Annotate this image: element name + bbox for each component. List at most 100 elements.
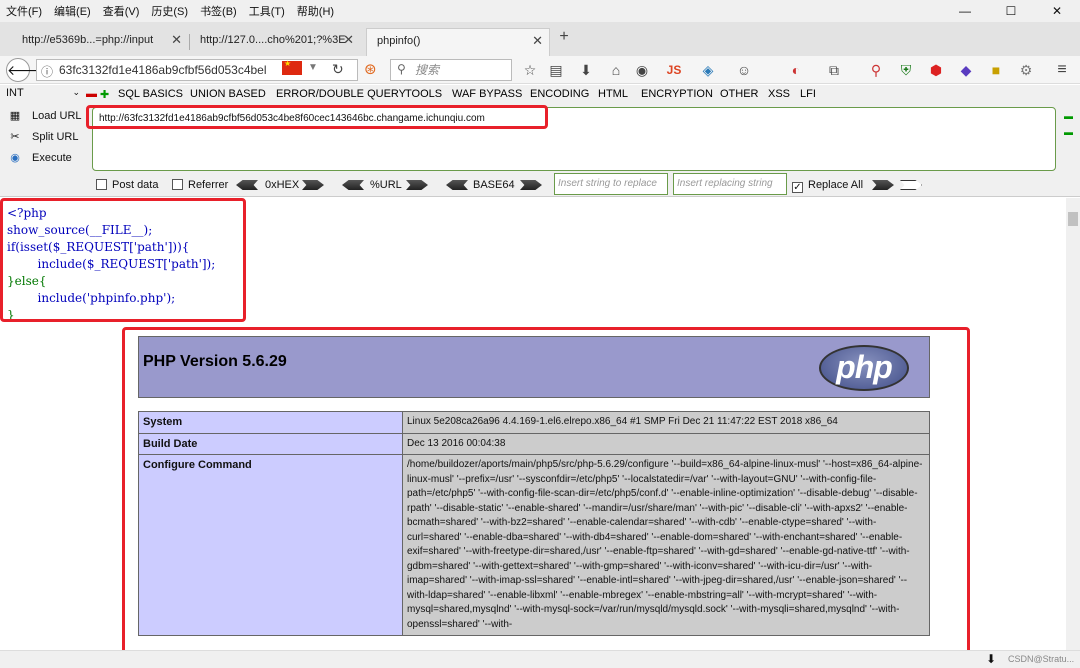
menu-help[interactable]: 帮助(H) <box>291 3 340 19</box>
base64-label: BASE64 <box>473 179 515 191</box>
split-url-label: Split URL <box>32 131 79 143</box>
minus-icon[interactable]: ▬ <box>86 88 97 100</box>
settings-icon[interactable]: ⚙ <box>1016 60 1036 80</box>
menu-lfi[interactable]: LFI <box>800 88 816 100</box>
reload-icon[interactable]: ↻ <box>332 61 344 78</box>
back-icon[interactable]: 🡐 <box>6 58 45 82</box>
globe-icon[interactable]: ◉ <box>632 60 652 80</box>
page-content: <?php show_source(__FILE__); if(isset($_… <box>0 198 1066 650</box>
arrow-right-icon[interactable] <box>872 180 894 190</box>
table-row: System Linux 5e208ca26a96 4.4.169-1.el6.… <box>138 411 930 434</box>
split-url-button[interactable]: ✂ Split URL <box>8 128 78 146</box>
navigation-bar: 🡐 63fc3132fd1e4186ab9cfbf56d053c4bel ⓘ ▼… <box>0 56 1080 84</box>
search-input[interactable]: 搜索 <box>390 59 512 81</box>
minus-icon[interactable]: ▬ <box>1064 127 1073 137</box>
proxy-icon[interactable]: ◐ <box>786 60 806 80</box>
download-icon[interactable]: ⬇ <box>576 60 596 80</box>
menu-html[interactable]: HTML <box>598 88 628 100</box>
watermark-text: CSDN@Stratu... <box>1008 654 1075 664</box>
menu-history[interactable]: 历史(S) <box>145 3 194 19</box>
hamburger-menu-icon[interactable]: ≡ <box>1052 60 1072 80</box>
home-icon[interactable]: ⌂ <box>606 60 626 80</box>
arrow-right-icon[interactable] <box>520 180 542 190</box>
diamond-icon[interactable]: ◆ <box>956 60 976 80</box>
download-icon[interactable]: ⬇ <box>986 652 996 666</box>
scrollbar[interactable] <box>1066 198 1080 650</box>
replacing-string-input[interactable]: Insert replacing string <box>673 173 787 195</box>
tab-bar: http://e5369b...=php://input ✕ http://12… <box>0 22 1080 56</box>
addon-icon[interactable]: ⊛ <box>364 60 377 78</box>
php-version-title: PHP Version 5.6.29 <box>143 353 287 370</box>
menu-encoding[interactable]: ENCODING <box>530 88 589 100</box>
plus-icon[interactable]: ▬ <box>1064 111 1073 121</box>
arrow-right-icon[interactable] <box>302 180 324 190</box>
replace-all-checkbox[interactable]: Replace All <box>792 177 863 193</box>
post-data-checkbox[interactable]: Post data <box>96 177 158 193</box>
phpinfo-table: System Linux 5e208ca26a96 4.4.169-1.el6.… <box>138 411 930 636</box>
menu-sql-basics[interactable]: SQL BASICS <box>118 88 183 100</box>
close-icon[interactable]: ✕ <box>171 28 182 52</box>
close-icon[interactable]: ✕ <box>343 28 354 52</box>
referrer-checkbox[interactable]: Referrer <box>172 177 228 193</box>
devtools-icon[interactable]: ⧉ <box>824 60 844 80</box>
int-select[interactable]: INT ⌄ <box>6 87 82 103</box>
menu-encryption[interactable]: ENCRYPTION <box>641 88 713 100</box>
insert-string-placeholder: Insert string to replace <box>558 178 657 189</box>
arrow-left-icon[interactable] <box>236 180 258 190</box>
reading-list-icon[interactable]: ▤ <box>546 60 566 80</box>
js-icon[interactable]: JS <box>664 60 684 80</box>
search-placeholder: 搜索 <box>415 63 440 77</box>
arrow-left-icon[interactable] <box>342 180 364 190</box>
checkbox-box <box>172 179 183 190</box>
row-key: Build Date <box>138 432 403 455</box>
close-icon[interactable]: ✕ <box>532 29 543 53</box>
menu-waf-bypass[interactable]: WAF BYPASS <box>452 88 522 100</box>
close-window-button[interactable]: ✕ <box>1034 0 1080 22</box>
tab-localhost[interactable]: http://127.0....cho%201;?%3E ✕ <box>190 28 360 56</box>
inspect-icon[interactable]: ⚲ <box>866 60 886 80</box>
shield-icon[interactable]: ⛨ <box>896 60 916 80</box>
tab-php-input[interactable]: http://e5369b...=php://input ✕ <box>12 28 188 56</box>
maximize-button[interactable]: ☐ <box>988 0 1034 22</box>
load-url-button[interactable]: ▦ Load URL <box>8 107 82 125</box>
menu-edit[interactable]: 编辑(E) <box>48 3 97 19</box>
menu-bookmarks[interactable]: 书签(B) <box>194 3 243 19</box>
arrow-right-icon[interactable] <box>406 180 428 190</box>
menu-other[interactable]: OTHER <box>720 88 759 100</box>
phpinfo-header: PHP Version 5.6.29 php <box>138 336 930 398</box>
menu-union-based[interactable]: UNION BASED <box>190 88 266 100</box>
search-icon: ⚲ <box>397 62 406 76</box>
menu-error-double-query[interactable]: ERROR/DOUBLE QUERY <box>276 88 406 100</box>
tab-label: phpinfo() <box>377 35 421 47</box>
tab-label: http://e5369b...=php://input <box>22 34 154 46</box>
bookmark-star-icon[interactable]: ☆ <box>520 60 540 80</box>
n-icon[interactable]: ■ <box>986 60 1006 80</box>
plus-icon[interactable]: ✚ <box>100 88 109 101</box>
menu-xss[interactable]: XSS <box>768 88 790 100</box>
new-tab-icon[interactable]: + <box>554 27 574 47</box>
execute-button[interactable]: ◉ Execute <box>8 149 72 167</box>
adblock-icon[interactable]: ⬢ <box>926 60 946 80</box>
php-logo[interactable]: php <box>819 345 909 391</box>
checkbox-box <box>792 182 803 193</box>
insert-string-input[interactable]: Insert string to replace <box>554 173 668 195</box>
scrollbar-thumb[interactable] <box>1068 212 1078 226</box>
info-icon[interactable]: ⓘ <box>41 63 53 80</box>
menu-bar: 文件(F) 编辑(E) 查看(V) 历史(S) 书签(B) 工具(T) 帮助(H… <box>0 0 1080 22</box>
menu-view[interactable]: 查看(V) <box>97 3 146 19</box>
dropdown-icon[interactable]: ▼ <box>308 62 318 73</box>
arrow-right-outline-icon[interactable] <box>900 180 922 190</box>
load-url-label: Load URL <box>32 110 82 122</box>
minimize-button[interactable]: — <box>942 0 988 22</box>
tab-phpinfo[interactable]: phpinfo() ✕ <box>366 28 550 56</box>
tab-label: http://127.0....cho%201;?%3E <box>200 34 346 46</box>
extension-icon[interactable]: ◈ <box>698 60 718 80</box>
phpinfo-panel: PHP Version 5.6.29 php System Linux 5e20… <box>138 336 930 636</box>
menu-file[interactable]: 文件(F) <box>0 3 48 19</box>
table-row: Configure Command /home/buildozer/aports… <box>138 454 930 636</box>
menu-tools[interactable]: TOOLS <box>405 88 442 100</box>
menu-tools[interactable]: 工具(T) <box>243 3 291 19</box>
arrow-left-icon[interactable] <box>446 180 468 190</box>
code-highlight-box <box>0 198 246 322</box>
palette-icon[interactable]: ☺ <box>734 60 754 80</box>
